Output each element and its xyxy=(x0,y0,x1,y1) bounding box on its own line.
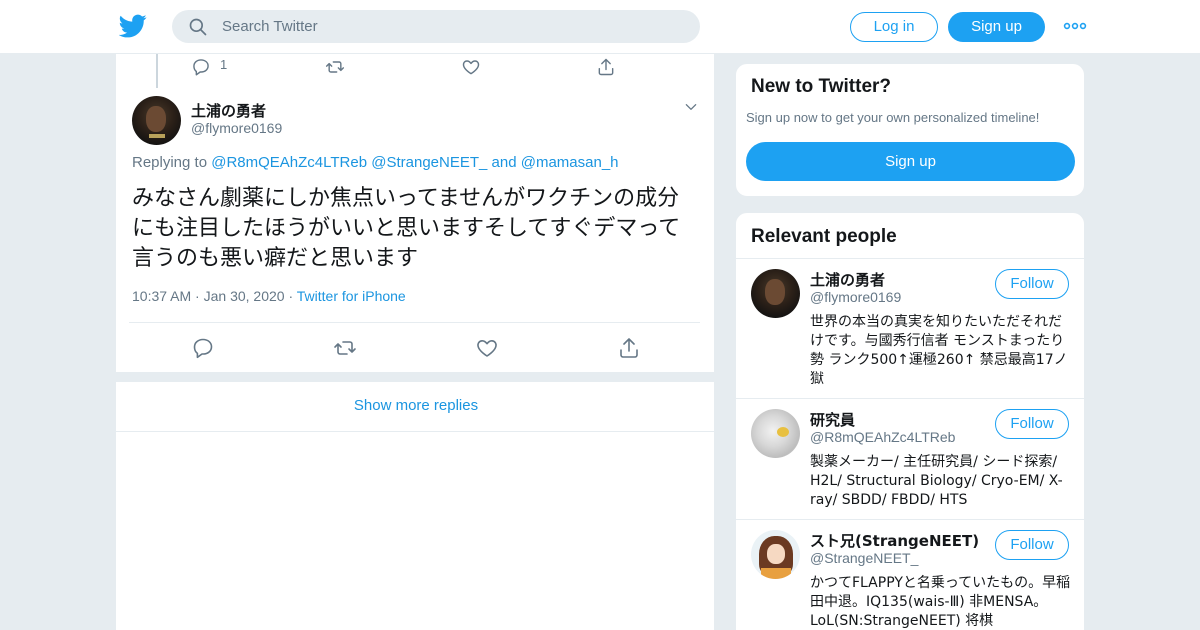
replying-and-label: and xyxy=(491,154,517,171)
person-handle[interactable]: @StrangeNEET_ xyxy=(810,550,918,566)
reply-count: 1 xyxy=(220,57,228,72)
tweet-source-link[interactable]: Twitter for iPhone xyxy=(297,288,406,304)
person-name[interactable]: 研究員 xyxy=(810,409,855,430)
person-name[interactable]: スト兄(StrangeNEET) xyxy=(810,530,979,551)
chevron-down-icon[interactable] xyxy=(684,100,698,114)
like-icon[interactable] xyxy=(461,57,481,77)
avatar-shirt xyxy=(761,568,791,579)
tweet-time[interactable]: 10:37 AM xyxy=(132,288,191,304)
person-item[interactable]: 研究員 @R8mQEAhZc4LTReb Follow 製薬メーカー/ 主任研究… xyxy=(736,398,1084,520)
new-to-twitter-card: New to Twitter? Sign up now to get your … xyxy=(735,63,1085,197)
more-options-icon[interactable] xyxy=(1063,16,1087,36)
avatar-face xyxy=(146,106,166,132)
show-more-replies-link[interactable]: Show more replies xyxy=(116,382,716,432)
divider xyxy=(129,322,700,323)
person-bio: 製薬メーカー/ 主任研究員/ シード探索/ H2L/ Structural Bi… xyxy=(810,454,1063,508)
top-navigation-bar: Search Twitter Log in Sign up xyxy=(0,0,1200,54)
share-icon[interactable] xyxy=(617,336,641,360)
person-handle[interactable]: @R8mQEAhZc4LTReb xyxy=(810,429,955,445)
follow-button[interactable]: Follow xyxy=(995,409,1069,439)
follow-button[interactable]: Follow xyxy=(995,269,1069,299)
tweet-date[interactable]: Jan 30, 2020 xyxy=(204,288,285,304)
follow-button[interactable]: Follow xyxy=(995,530,1069,560)
replying-to-line: Replying to @R8mQEAhZc4LTReb @StrangeNEE… xyxy=(132,154,619,171)
twitter-bird-logo-icon[interactable] xyxy=(119,12,147,40)
card-subtitle: Sign up now to get your own personalized… xyxy=(746,110,1040,125)
person-item[interactable]: 土浦の勇者 @flymore0169 Follow 世界の本当の真実を知りたいた… xyxy=(736,258,1084,399)
share-icon[interactable] xyxy=(596,57,616,77)
person-handle[interactable]: @flymore0169 xyxy=(810,289,901,305)
mention-link[interactable]: @R8mQEAhZc4LTReb xyxy=(211,154,367,171)
search-icon xyxy=(189,18,207,36)
mention-link[interactable]: @StrangeNEET_ xyxy=(371,154,487,171)
card-title: Relevant people xyxy=(751,226,897,247)
tweet-metadata: 10:37 AM · Jan 30, 2020 · Twitter for iP… xyxy=(132,288,406,304)
person-avatar[interactable] xyxy=(751,409,800,458)
avatar-face xyxy=(767,544,785,564)
replying-to-label: Replying to xyxy=(132,154,208,171)
search-input[interactable]: Search Twitter xyxy=(222,18,318,35)
card-title: New to Twitter? xyxy=(751,76,892,97)
person-avatar[interactable] xyxy=(751,530,800,579)
author-handle[interactable]: @flymore0169 xyxy=(191,120,282,136)
mention-link[interactable]: @mamasan_h xyxy=(521,154,619,171)
retweet-icon[interactable] xyxy=(333,336,357,360)
tweet-thread-column: 1 土浦の勇者 @flymore0169 Replying to @R8mQEA… xyxy=(115,54,716,630)
tweet-actions xyxy=(116,336,716,360)
person-bio: 世界の本当の真実を知りたいただそれだけです。与國秀行信者 モンストまったり勢 ラ… xyxy=(810,314,1068,387)
person-name[interactable]: 土浦の勇者 xyxy=(810,269,885,290)
meta-separator: · xyxy=(288,288,294,304)
search-box[interactable]: Search Twitter xyxy=(172,10,700,43)
card-signup-button[interactable]: Sign up xyxy=(746,142,1075,181)
avatar-face xyxy=(765,279,785,305)
person-bio: かつてFLAPPYと名乗っていたもの。早稲田中退。IQ135(wais-Ⅲ) 非… xyxy=(810,575,1071,629)
login-button[interactable]: Log in xyxy=(850,12,938,42)
reply-icon[interactable] xyxy=(191,336,215,360)
meta-separator: · xyxy=(195,288,200,304)
person-item[interactable]: スト兄(StrangeNEET) @StrangeNEET_ Follow かつ… xyxy=(736,519,1084,630)
retweet-icon[interactable] xyxy=(325,57,345,77)
reply-icon[interactable] xyxy=(191,57,211,77)
section-separator xyxy=(116,372,716,382)
previous-tweet-actions: 1 xyxy=(116,54,716,80)
relevant-people-card: Relevant people 土浦の勇者 @flymore0169 Follo… xyxy=(735,212,1085,630)
like-icon[interactable] xyxy=(475,336,499,360)
signup-button[interactable]: Sign up xyxy=(948,12,1045,42)
author-avatar[interactable] xyxy=(132,96,181,145)
avatar-decoration xyxy=(777,427,789,437)
author-name[interactable]: 土浦の勇者 xyxy=(191,100,266,121)
avatar-decoration xyxy=(149,134,165,138)
tweet-text: みなさん劇薬にしか焦点いってませんがワクチンの成分にも注目したほうがいいと思いま… xyxy=(132,186,681,271)
person-avatar[interactable] xyxy=(751,269,800,318)
